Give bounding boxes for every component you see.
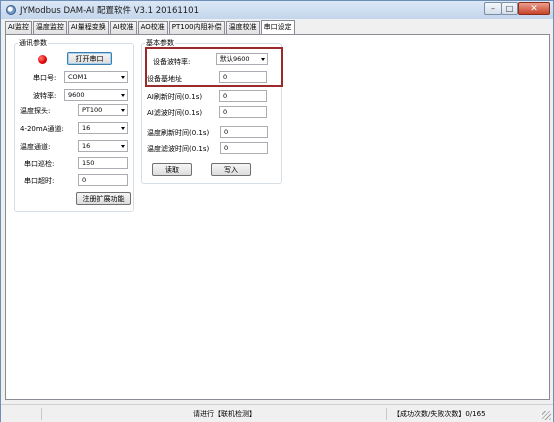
- ai-refresh-input[interactable]: 0: [219, 90, 267, 102]
- chevron-down-icon: [121, 127, 125, 130]
- tab-ai-range[interactable]: AI量程变换: [67, 21, 109, 34]
- probe-value: PT100: [82, 106, 103, 114]
- title-bar[interactable]: JYModbus DAM-AI 配置软件 V3.1 20161101 – □ ✕: [1, 1, 553, 19]
- tab-ao-calibration[interactable]: AO校准: [137, 21, 168, 34]
- tab-temp-monitor[interactable]: 温度监控: [32, 21, 67, 34]
- temp-channel-select[interactable]: 16: [78, 140, 128, 152]
- status-separator: [41, 408, 42, 420]
- baud-select[interactable]: 9600: [64, 89, 128, 101]
- temp-refresh-input[interactable]: 0: [220, 126, 268, 138]
- ai-channel-select[interactable]: 16: [78, 122, 128, 134]
- ai-channel-value: 16: [82, 124, 91, 132]
- timeout-input[interactable]: 0: [78, 174, 128, 186]
- temp-filter-input[interactable]: 0: [220, 142, 268, 154]
- read-button[interactable]: 读取: [152, 163, 192, 176]
- minimize-button[interactable]: –: [484, 2, 502, 15]
- resize-grip[interactable]: [542, 411, 551, 420]
- comm-params-legend: 通讯参数: [19, 39, 47, 47]
- port-select[interactable]: COM1: [64, 71, 128, 83]
- annotation-highlight-box: [145, 47, 283, 87]
- port-label: 串口号:: [33, 74, 57, 82]
- status-hint: 请进行【联机检测】: [193, 410, 256, 418]
- tab-content-panel: 通讯参数 打开串口 串口号: COM1 波特率: 9600 温度探头: PT10…: [5, 34, 550, 400]
- app-window: JYModbus DAM-AI 配置软件 V3.1 20161101 – □ ✕…: [0, 0, 554, 422]
- app-icon: [6, 5, 16, 15]
- port-value: COM1: [68, 73, 88, 81]
- chevron-down-icon: [121, 145, 125, 148]
- open-port-button[interactable]: 打开串口: [67, 52, 112, 65]
- status-separator: [386, 408, 387, 420]
- chevron-down-icon: [121, 76, 125, 79]
- tab-pt100-compensation[interactable]: PT100内阻补偿: [168, 21, 225, 34]
- window-title: JYModbus DAM-AI 配置软件 V3.1 20161101: [20, 6, 199, 16]
- status-bar: 请进行【联机检测】 【成功次数/失败次数】0/165: [1, 404, 553, 422]
- tab-ai-calibration[interactable]: AI校准: [109, 21, 137, 34]
- close-button[interactable]: ✕: [518, 2, 550, 15]
- timeout-label: 串口超时:: [24, 177, 55, 185]
- baud-value: 9600: [68, 91, 85, 99]
- status-counts: 【成功次数/失败次数】0/165: [393, 410, 486, 418]
- probe-select[interactable]: PT100: [78, 104, 128, 116]
- register-extension-button[interactable]: 注册扩展功能: [76, 192, 131, 205]
- temp-refresh-label: 温度刷新时间(0.1s): [147, 129, 210, 137]
- ai-filter-input[interactable]: 0: [219, 106, 267, 118]
- chevron-down-icon: [121, 94, 125, 97]
- tab-ai-monitor[interactable]: AI监控: [5, 21, 32, 34]
- ai-filter-label: AI滤波时间(0.1s): [147, 109, 203, 117]
- poll-input[interactable]: 150: [78, 157, 128, 169]
- ai-refresh-label: AI刷新时间(0.1s): [147, 93, 203, 101]
- probe-label: 温度探头:: [20, 107, 51, 115]
- chevron-down-icon: [121, 109, 125, 112]
- ai-channel-label: 4-20mA通道:: [20, 125, 64, 133]
- temp-channel-label: 温度通道:: [20, 143, 51, 151]
- write-button[interactable]: 写入: [211, 163, 251, 176]
- poll-label: 串口巡检:: [24, 160, 55, 168]
- tab-serial-settings[interactable]: 串口设定: [260, 20, 295, 34]
- maximize-button[interactable]: □: [501, 2, 518, 15]
- tab-strip: AI监控 温度监控 AI量程变换 AI校准 AO校准 PT100内阻补偿 温度校…: [5, 20, 296, 34]
- temp-channel-value: 16: [82, 142, 91, 150]
- connection-status-led: [38, 55, 47, 64]
- temp-filter-label: 温度滤波时间(0.1s): [147, 145, 210, 153]
- baud-label: 波特率:: [33, 92, 57, 100]
- tab-temp-calibration[interactable]: 温度校准: [225, 21, 260, 34]
